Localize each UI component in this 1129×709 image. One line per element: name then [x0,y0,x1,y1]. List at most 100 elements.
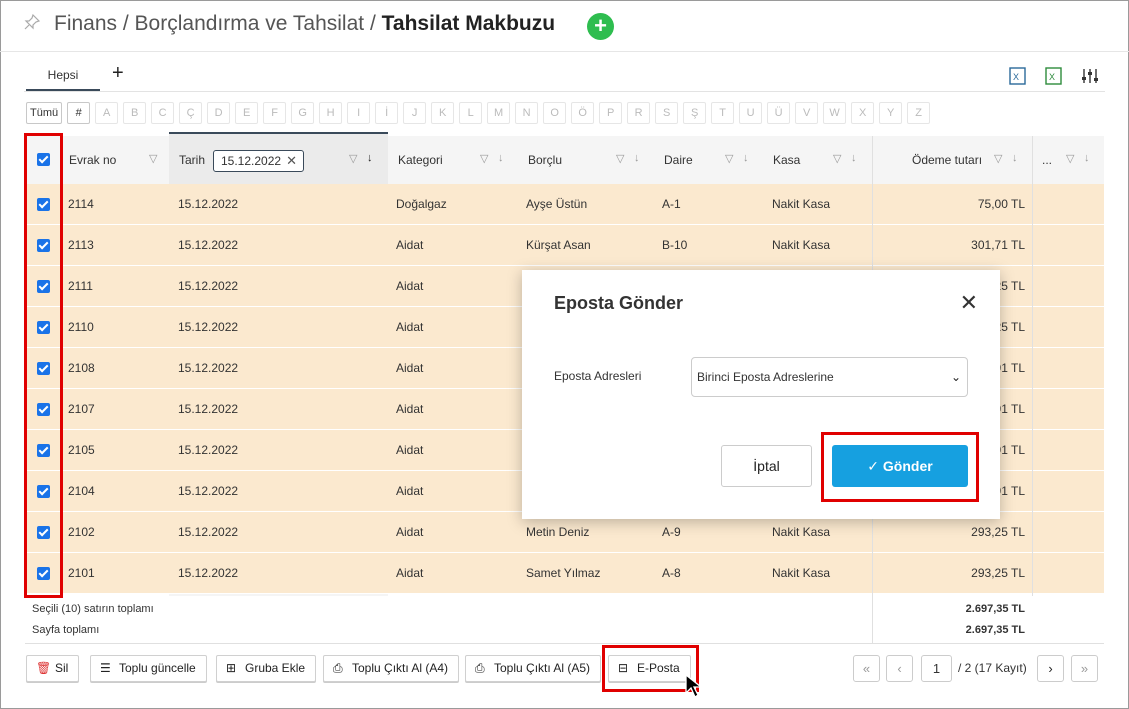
cell-evrak: 2114 [68,197,94,211]
close-icon[interactable]: ✕ [960,290,978,316]
next-page-button[interactable]: › [1037,655,1064,682]
email-addresses-select[interactable]: Birinci Eposta Adreslerine ⌄ [691,357,968,397]
letter-ş[interactable]: Ş [683,102,707,124]
filter-icon[interactable]: ▽ [149,152,157,165]
letter-o[interactable]: O [543,102,567,124]
cell-tarih: 15.12.2022 [178,197,239,211]
letter-v[interactable]: V [795,102,819,124]
dialog-title: Eposta Gönder [554,293,684,313]
printer-icon: ⎙ [475,661,485,675]
letter-w[interactable]: W [823,102,847,124]
list-check-icon: ☰ [100,661,111,675]
cell-evrak: 2104 [68,484,95,498]
letter-ç[interactable]: Ç [179,102,203,124]
table-row[interactable]: 2114 15.12.2022 Doğalgaz Ayşe Üstün A-1 Nakit… [25,184,1104,225]
filter-icon[interactable]: ▽ [725,152,733,165]
email-addresses-label: Eposta Adresleri [554,369,642,383]
cell-tarih: 15.12.2022 [178,320,239,334]
cell-kategori: Aidat [396,566,424,580]
filter-icon[interactable]: ▽ [994,152,1002,165]
letter-r[interactable]: R [627,102,651,124]
excel-import-icon[interactable]: X [1007,66,1029,86]
breadcrumb-borclandirma[interactable]: Borçlandırma ve Tahsilat [135,12,365,35]
sort-desc-icon[interactable]: ↓ [367,152,373,164]
excel-export-icon[interactable]: X [1043,66,1065,86]
letter-n[interactable]: N [515,102,539,124]
filter-icon[interactable]: ▽ [480,152,488,165]
letter-d[interactable]: D [207,102,231,124]
letter-k[interactable]: K [431,102,455,124]
bulk-print-a4-button[interactable]: ⎙ Toplu Çıktı Al (A4) [323,655,460,682]
sort-icon[interactable]: ↓ [634,152,640,164]
sort-icon[interactable]: ↓ [1084,152,1090,164]
letter-ü[interactable]: Ü [767,102,791,124]
delete-button[interactable]: 🗑 Sil [26,655,80,682]
add-to-group-button[interactable]: ⊞ Gruba Ekle [216,655,317,682]
table-row[interactable]: 2101 15.12.2022 Aidat Samet Yılmaz A-8 Nakit … [25,553,1104,594]
letter-all[interactable]: Tümü [26,102,63,124]
cell-tarih: 15.12.2022 [178,279,239,293]
letter-l[interactable]: L [459,102,483,124]
first-page-button[interactable]: « [853,655,880,682]
sort-icon[interactable]: ↓ [498,152,504,164]
letter-h[interactable]: H [319,102,343,124]
svg-text:X: X [1049,72,1055,82]
cell-daire: A-1 [662,197,681,211]
pin-icon[interactable] [24,13,41,30]
letter-hash[interactable]: # [67,102,91,124]
col-more[interactable]: ... [1032,136,1052,184]
filter-icon[interactable]: ▽ [833,152,841,165]
col-evrak[interactable]: Evrak no [59,136,116,184]
cell-evrak: 2105 [68,443,95,457]
letter-u[interactable]: U [739,102,763,124]
letter-z[interactable]: Z [907,102,931,124]
sort-icon[interactable]: ↓ [743,152,749,164]
letter-s[interactable]: S [655,102,679,124]
add-record-button[interactable]: + [587,13,614,40]
letter-b[interactable]: B [123,102,147,124]
letter-i[interactable]: I [347,102,371,124]
letter-t[interactable]: T [711,102,735,124]
cell-tarih: 15.12.2022 [178,525,239,539]
letter-i̇[interactable]: İ [375,102,399,124]
cancel-button[interactable]: İptal [721,445,812,487]
cell-tarih: 15.12.2022 [178,484,239,498]
date-filter-input[interactable]: 15.12.2022 ✕ [213,150,304,172]
col-borclu[interactable]: Borçlu [518,136,562,184]
letter-y[interactable]: Y [879,102,903,124]
filter-icon[interactable]: ▽ [616,152,624,165]
col-kategori[interactable]: Kategori [388,136,443,184]
letter-ö[interactable]: Ö [571,102,595,124]
letter-p[interactable]: P [599,102,623,124]
letter-e[interactable]: E [235,102,259,124]
page-number-input[interactable]: 1 [921,655,952,682]
letter-x[interactable]: X [851,102,875,124]
prev-page-button[interactable]: ‹ [886,655,913,682]
add-tab-button[interactable]: + [112,62,124,85]
cell-evrak: 2107 [68,402,95,416]
bulk-update-button[interactable]: ☰ Toplu güncelle [90,655,207,682]
column-settings-icon[interactable] [1079,66,1101,86]
col-daire[interactable]: Daire [654,136,693,184]
breadcrumb-finans[interactable]: Finans [54,12,117,35]
col-tarih[interactable]: Tarih [169,136,205,184]
col-kasa[interactable]: Kasa [763,136,800,184]
letter-c[interactable]: C [151,102,175,124]
col-odeme[interactable]: Ödeme tutarı [902,136,982,184]
cell-kategori: Aidat [396,484,424,498]
clear-filter-icon[interactable]: ✕ [286,151,297,171]
sort-icon[interactable]: ↓ [851,152,857,164]
cell-evrak: 2102 [68,525,95,539]
filter-icon[interactable]: ▽ [1066,152,1074,165]
table-row[interactable]: 2113 15.12.2022 Aidat Kürşat Asan B-10 Nakit … [25,225,1104,266]
last-page-button[interactable]: » [1071,655,1098,682]
letter-a[interactable]: A [95,102,119,124]
letter-g[interactable]: G [291,102,315,124]
tab-hepsi[interactable]: Hepsi [26,61,100,91]
sort-icon[interactable]: ↓ [1012,152,1018,164]
letter-j[interactable]: J [403,102,427,124]
filter-icon[interactable]: ▽ [349,152,357,165]
bulk-print-a5-button[interactable]: ⎙ Toplu Çıktı Al (A5) [465,655,602,682]
letter-m[interactable]: M [487,102,511,124]
letter-f[interactable]: F [263,102,287,124]
